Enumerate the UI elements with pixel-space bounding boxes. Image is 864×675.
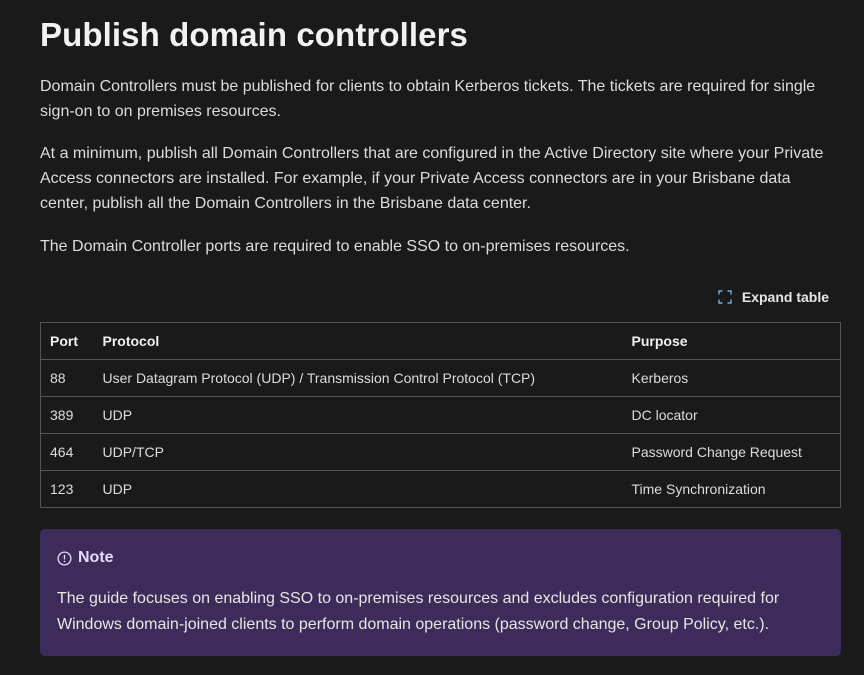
note-callout: Note The guide focuses on enabling SSO t… [40,529,841,656]
cell-protocol: User Datagram Protocol (UDP) / Transmiss… [93,359,623,397]
cell-protocol: UDP [93,470,623,508]
expand-icon [718,290,732,304]
cell-purpose: DC locator [622,396,841,434]
cell-purpose: Time Synchronization [622,470,841,508]
table-row: 464 UDP/TCP Password Change Request [40,433,841,471]
paragraph-ports: The Domain Controller ports are required… [40,238,630,255]
table-row: 389 UDP DC locator [40,396,841,434]
column-header-protocol: Protocol [93,322,623,360]
cell-port: 88 [40,359,94,397]
cell-purpose: Kerberos [622,359,841,397]
cell-purpose: Password Change Request [622,433,841,471]
cell-port: 464 [40,433,94,471]
cell-protocol: UDP/TCP [93,433,623,471]
cell-port: 389 [40,396,94,434]
ports-table: Port Protocol Purpose 88 User Datagram P… [40,322,841,508]
page-title: Publish domain controllers [40,16,468,53]
table-row: 123 UDP Time Synchronization [40,470,841,508]
note-header: Note [57,549,824,567]
cell-port: 123 [40,470,94,508]
info-circle-icon [57,550,72,566]
column-header-port: Port [40,322,94,360]
paragraph-intro: Domain Controllers must be published for… [40,78,816,120]
note-body: The guide focuses on enabling SSO to on-… [57,590,780,633]
paragraph-minimum: At a minimum, publish all Domain Control… [40,145,824,212]
expand-table-label: Expand table [741,289,829,305]
cell-protocol: UDP [93,396,623,434]
note-title: Note [78,549,114,566]
column-header-purpose: Purpose [622,322,841,360]
table-header-row: Port Protocol Purpose [40,322,841,360]
expand-table-button[interactable]: Expand table [718,289,829,305]
table-row: 88 User Datagram Protocol (UDP) / Transm… [40,359,841,397]
